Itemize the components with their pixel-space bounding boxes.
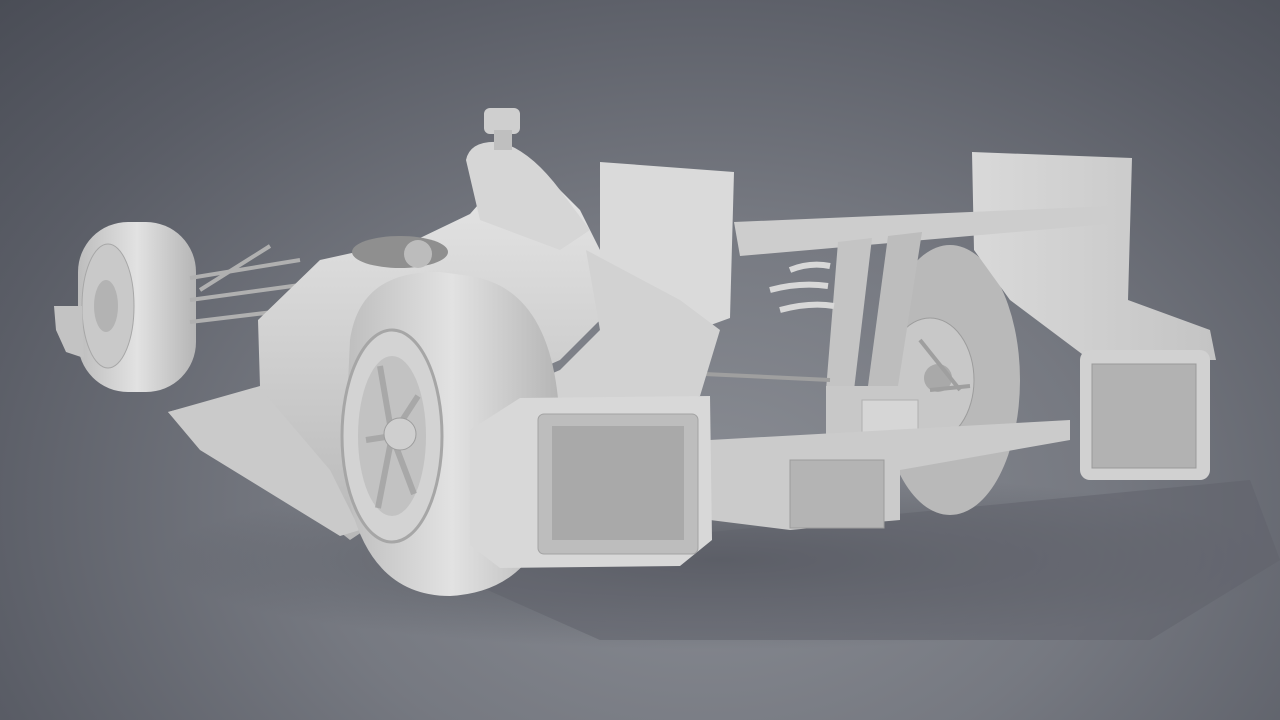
engine-cover-fins (769, 261, 835, 313)
rear-pod-left (470, 396, 712, 568)
race-car-render (54, 108, 1280, 650)
diffuser-channel (789, 459, 885, 529)
wing-pylon-1 (826, 238, 872, 390)
cockpit-opening (352, 236, 448, 268)
front-left-tire (78, 222, 196, 392)
front-wing-endplate (54, 306, 84, 358)
render-viewport (0, 0, 1280, 720)
rear-pod-right (1080, 350, 1210, 480)
